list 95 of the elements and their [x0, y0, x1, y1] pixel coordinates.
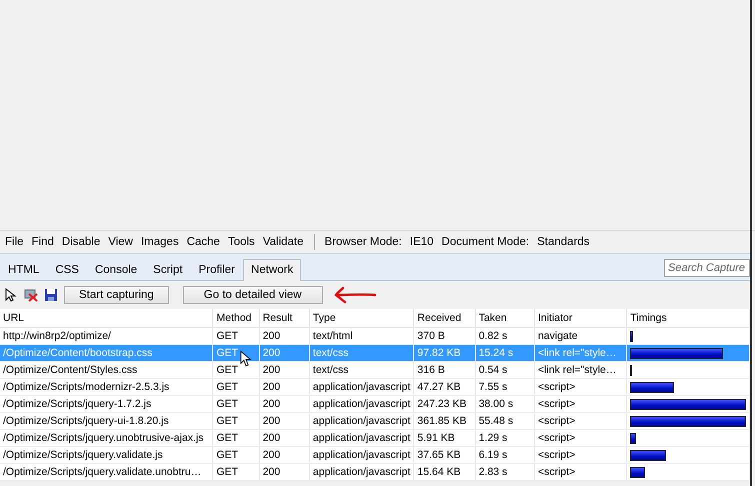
table-cell: /Optimize/Scripts/jquery.validate.unobtru…: [0, 464, 213, 480]
column-header[interactable]: Received: [414, 309, 476, 328]
table-cell: 55.48 s: [475, 412, 534, 430]
column-header[interactable]: Taken: [475, 309, 534, 328]
table-row[interactable]: /Optimize/Scripts/jquery.validate.js GET 200 application/javascript 37.65 KB 6.19 s <script>: [0, 446, 750, 464]
toolbar-button[interactable]: Start capturing: [64, 286, 169, 304]
table-cell: <link rel="style…: [534, 344, 627, 362]
menu-item[interactable]: Tools: [226, 236, 256, 248]
table-cell: /Optimize/Content/bootstrap.css: [0, 344, 213, 362]
table-cell: 200: [259, 412, 310, 430]
table-cell: 200: [259, 464, 310, 480]
menu-item[interactable]: Images: [140, 236, 180, 248]
table-cell: GET: [212, 446, 260, 464]
table-cell: 5.91 KB: [414, 430, 476, 446]
table-cell: 15.24 s: [475, 344, 534, 362]
table-cell: GET: [212, 412, 260, 430]
table-cell: /Optimize/Scripts/jquery-ui-1.8.20.js: [0, 412, 213, 430]
table-row[interactable]: /Optimize/Scripts/modernizr-2.5.3.js GET 200 application/javascript 47.27 KB 7.55 s <script>: [0, 378, 750, 396]
table-cell: /Optimize/Scripts/jquery-1.7.2.js: [0, 396, 213, 412]
table-cell: /Optimize/Scripts/modernizr-2.5.3.js: [0, 378, 213, 396]
table-cell: application/javascript: [309, 464, 414, 480]
table-cell: 7.55 s: [475, 378, 534, 396]
table-cell: text/css: [309, 344, 414, 362]
table-cell: 200: [259, 344, 310, 362]
table-cell: 1.29 s: [475, 430, 534, 446]
table-cell: application/javascript: [309, 446, 414, 464]
table-cell: <script>: [534, 378, 627, 396]
menu-item[interactable]: Cache: [186, 236, 221, 248]
table-cell: 97.82 KB: [414, 344, 476, 362]
table-cell: <script>: [534, 396, 627, 412]
arrow-icon: [332, 286, 377, 304]
table-cell: <script>: [534, 446, 627, 464]
table-row[interactable]: /Optimize/Scripts/jquery-1.7.2.js GET 200 application/javascript 247.23 KB 38.00 s <script>: [0, 396, 750, 412]
table-cell: 15.64 KB: [414, 464, 476, 480]
table-cell: application/javascript: [309, 412, 414, 430]
table-cell: application/javascript: [309, 396, 414, 412]
tab[interactable]: Console: [86, 259, 146, 280]
tab[interactable]: HTML: [0, 259, 48, 280]
mode-value[interactable]: Standards: [536, 236, 591, 248]
table-cell: GET: [212, 396, 260, 412]
table-cell: GET: [212, 430, 260, 446]
save-icon[interactable]: [44, 288, 58, 302]
tab[interactable]: CSS: [47, 259, 87, 280]
table-cell: 200: [259, 396, 310, 412]
table-cell: 361.85 KB: [414, 412, 476, 430]
column-header[interactable]: Result: [259, 309, 310, 328]
table-cell: 316 B: [414, 362, 476, 378]
column-header[interactable]: Initiator: [534, 309, 627, 328]
table-cell: <link rel="style…: [534, 362, 627, 378]
table-row[interactable]: /Optimize/Scripts/jquery.unobtrusive-ajax.js GET 200 application/javascript 5.91 KB 1.29 s <script>: [0, 430, 750, 446]
mode-label: Browser Mode:: [324, 236, 403, 248]
table-cell: 200: [259, 446, 310, 464]
table-cell: 37.65 KB: [414, 446, 476, 464]
mode-label: Document Mode:: [440, 236, 530, 248]
table-cell: 0.54 s: [475, 362, 534, 378]
table-cell: text/css: [309, 362, 414, 378]
table-cell: 200: [259, 430, 310, 446]
mouse-cursor-icon: [240, 350, 252, 368]
table-cell: 200: [259, 378, 310, 396]
table-cell: /Optimize/Content/Styles.css: [0, 362, 213, 378]
menu-item[interactable]: Disable: [60, 236, 102, 248]
column-header[interactable]: Type: [309, 309, 414, 328]
table-cell: application/javascript: [309, 430, 414, 446]
table-cell: GET: [212, 464, 260, 480]
table-row[interactable]: /Optimize/Content/Styles.css GET 200 text/css 316 B 0.54 s <link rel="style…: [0, 362, 750, 378]
mode-value[interactable]: IE10: [408, 236, 435, 248]
table-cell: 47.27 KB: [414, 378, 476, 396]
table-cell: 38.00 s: [475, 396, 534, 412]
table-cell: 2.83 s: [475, 464, 534, 480]
column-header[interactable]: Timings: [626, 309, 750, 328]
tab[interactable]: Script: [145, 259, 191, 280]
search-field[interactable]: Search Capture: [664, 259, 750, 277]
toolbar-button[interactable]: Go to detailed view: [182, 286, 323, 304]
table-cell: <script>: [534, 412, 627, 430]
menu-item[interactable]: File: [4, 236, 25, 248]
table-row[interactable]: /Optimize/Scripts/jquery-ui-1.8.20.js GET 200 application/javascript 361.85 KB 55.48 s <script>: [0, 412, 750, 430]
table-cell: 247.23 KB: [414, 396, 476, 412]
table-cell: GET: [212, 378, 260, 396]
menu-item[interactable]: Validate: [262, 236, 305, 248]
table-cell: 6.19 s: [475, 446, 534, 464]
table-cell: <script>: [534, 430, 627, 446]
table-cell: /Optimize/Scripts/jquery.unobtrusive-ajax.js: [0, 430, 213, 446]
table-cell: /Optimize/Scripts/jquery.validate.js: [0, 446, 213, 464]
tab[interactable]: Profiler: [190, 259, 244, 280]
table-row[interactable]: /Optimize/Scripts/jquery.validate.unobtru… GET 200 application/javascript 15.64 KB 2.83 s <script>: [0, 464, 750, 480]
clear-icon[interactable]: [24, 288, 38, 302]
table-cell: 200: [259, 362, 310, 378]
tab[interactable]: Network: [243, 259, 302, 281]
pointer-icon[interactable]: [4, 288, 18, 302]
column-header[interactable]: URL: [0, 309, 213, 328]
menu-item[interactable]: View: [107, 236, 134, 248]
table-cell: <script>: [534, 464, 627, 480]
menu-item[interactable]: Find: [30, 236, 55, 248]
column-header[interactable]: Method: [212, 309, 260, 328]
table-cell: application/javascript: [309, 378, 414, 396]
